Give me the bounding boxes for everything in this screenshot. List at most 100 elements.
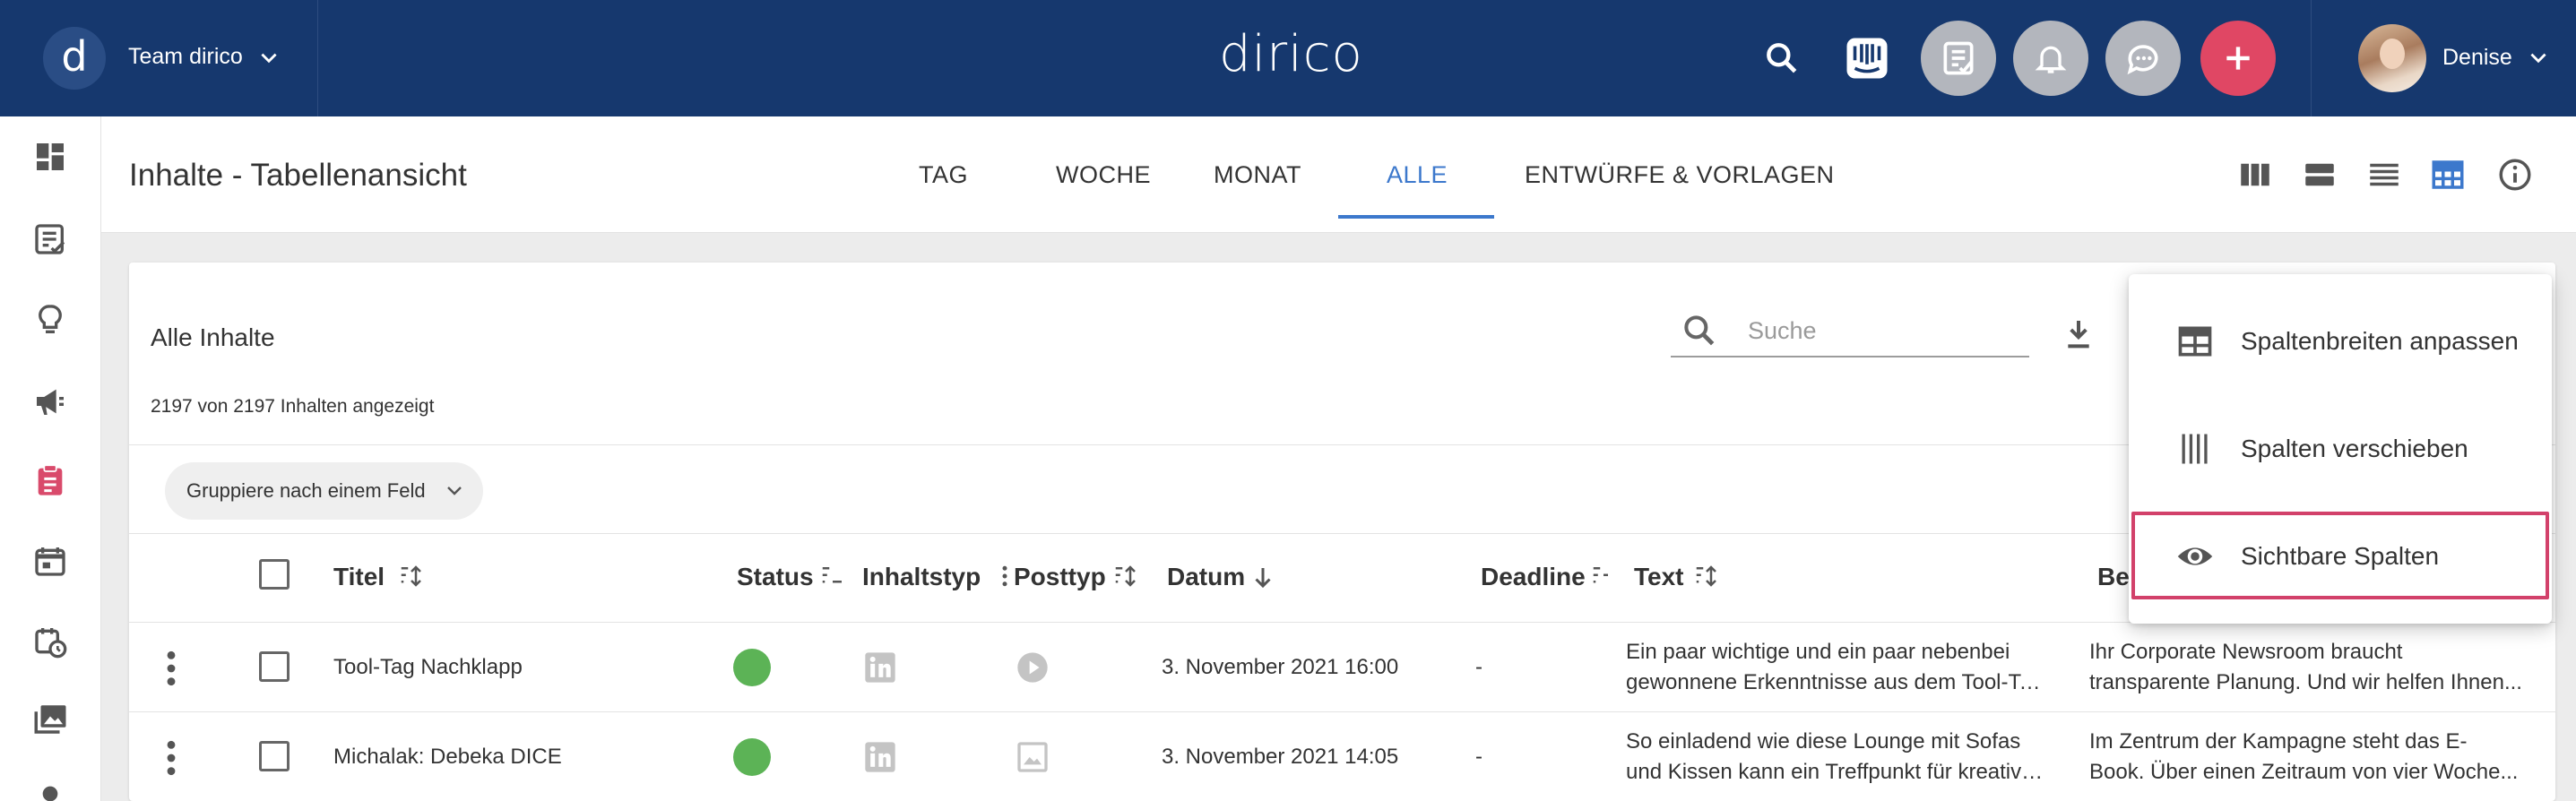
avatar xyxy=(2358,24,2426,92)
sort-descending-icon[interactable] xyxy=(1249,564,1276,590)
row-description-line: Book. Über einen Zeitraum von vier Woche… xyxy=(2089,760,2519,784)
row-description-line: Im Zentrum der Kampagne steht das E- xyxy=(2089,729,2468,754)
user-menu[interactable]: Denise xyxy=(2311,0,2576,116)
notifications-button[interactable] xyxy=(2013,21,2088,96)
row-text: So einladend wie diese Lounge mit Sofas … xyxy=(1626,727,2047,788)
sidebar-item-campaigns[interactable] xyxy=(30,381,71,422)
column-header-text[interactable]: Text xyxy=(1634,563,1684,591)
campaign-icon xyxy=(37,389,64,415)
cards-view-icon xyxy=(2305,163,2334,186)
chat-icon xyxy=(2127,45,2158,75)
column-header-status[interactable]: Status xyxy=(737,563,814,591)
intercom-button[interactable] xyxy=(1829,21,1905,96)
row-checkbox[interactable] xyxy=(259,741,290,771)
sidebar-item-calendar[interactable] xyxy=(30,540,71,581)
download-icon[interactable] xyxy=(2061,316,2096,352)
tab-all[interactable]: ALLE xyxy=(1387,161,1448,189)
page-header: Inhalte - Tabellenansicht TAG WOCHE MONA… xyxy=(101,116,2576,233)
sort-icon[interactable] xyxy=(398,563,425,590)
tasks-button[interactable] xyxy=(1921,21,1996,96)
sort-icon[interactable] xyxy=(1590,563,1617,590)
row-date: 3. November 2021 16:00 xyxy=(1162,655,1399,679)
content-list-icon xyxy=(35,224,65,254)
table-columns-icon xyxy=(2178,326,2212,357)
search-button[interactable] xyxy=(1744,21,1820,96)
columns-view-button[interactable] xyxy=(2236,156,2274,194)
column-header-description[interactable]: Be xyxy=(2097,563,2130,591)
sidebar xyxy=(0,116,101,801)
row-text-line: Ein paar wichtige und ein paar nebenbei xyxy=(1626,640,2010,664)
menu-item-visible-columns[interactable]: Sichtbare Spalten xyxy=(2129,506,2552,605)
row-text-line: gewonnene Erkenntnisse aus dem Tool-Ta..… xyxy=(1626,670,2047,694)
list-view-icon xyxy=(2370,163,2399,186)
column-header-post-type[interactable]: Posttyp xyxy=(1014,563,1106,591)
calendar-icon xyxy=(35,547,65,576)
top-bar: d Team dirico dirico Denise xyxy=(0,0,2576,116)
media-icon xyxy=(34,705,66,734)
sidebar-item-ideas[interactable] xyxy=(30,299,71,340)
tab-day[interactable]: TAG xyxy=(919,161,968,189)
row-deadline: - xyxy=(1475,655,1482,679)
result-count: 2197 von 2197 Inhalten angezeigt xyxy=(151,396,435,417)
dashboard-icon xyxy=(37,143,64,170)
team-name: Team dirico xyxy=(128,44,243,69)
group-by-field-button[interactable]: Gruppiere nach einem Feld xyxy=(165,462,483,520)
tab-month[interactable]: MONAT xyxy=(1214,161,1301,189)
sidebar-item-media[interactable] xyxy=(30,699,71,740)
menu-item-move-columns[interactable]: Spalten verschieben xyxy=(2129,399,2552,497)
chat-button[interactable] xyxy=(2105,21,2181,96)
create-button[interactable] xyxy=(2200,21,2276,96)
row-checkbox[interactable] xyxy=(259,651,290,682)
page-title: Inhalte - Tabellenansicht xyxy=(129,158,467,193)
cards-view-button[interactable] xyxy=(2301,156,2338,194)
row-text: Ein paar wichtige und ein paar nebenbei … xyxy=(1626,637,2047,698)
row-text-line: So einladend wie diese Lounge mit Sofas xyxy=(1626,729,2021,754)
sidebar-item-contents[interactable] xyxy=(30,219,71,260)
column-header-title[interactable]: Titel xyxy=(333,563,385,591)
more-vert-icon[interactable] xyxy=(158,649,185,688)
menu-item-adjust-column-widths[interactable]: Spaltenbreiten anpassen xyxy=(2129,291,2552,390)
column-header-date[interactable]: Datum xyxy=(1167,563,1245,591)
card-title: Alle Inhalte xyxy=(151,323,275,351)
sort-icon[interactable] xyxy=(1112,563,1139,590)
bell-icon xyxy=(2035,46,2067,73)
info-icon xyxy=(2499,159,2531,191)
sidebar-item-tasks[interactable] xyxy=(30,460,71,501)
row-deadline: - xyxy=(1475,745,1482,769)
column-header-content-type[interactable]: Inhaltstyp xyxy=(862,563,981,591)
table-view-icon xyxy=(2432,160,2464,189)
table-options-menu: Spaltenbreiten anpassen Spalten verschie… xyxy=(2129,274,2552,624)
search-input[interactable] xyxy=(1748,313,2017,349)
info-button[interactable] xyxy=(2496,156,2534,194)
row-description-line: transparente Planung. Und wir helfen Ihn… xyxy=(2089,670,2522,694)
search-icon xyxy=(1684,315,1715,346)
tab-drafts-templates[interactable]: ENTWÜRFE & VORLAGEN xyxy=(1525,161,1835,189)
team-switcher[interactable]: d Team dirico xyxy=(0,0,318,116)
image-post-icon xyxy=(1017,742,1048,772)
row-title[interactable]: Tool-Tag Nachklapp xyxy=(333,655,523,680)
more-vert-icon[interactable] xyxy=(158,738,185,778)
column-header-deadline[interactable]: Deadline xyxy=(1481,563,1586,591)
tasks-icon xyxy=(1943,41,1974,75)
sidebar-item-pin[interactable] xyxy=(30,778,71,801)
sidebar-item-schedule[interactable] xyxy=(30,621,71,662)
linkedin-icon xyxy=(865,742,895,772)
active-tab-indicator xyxy=(1338,215,1494,219)
intercom-icon xyxy=(1846,38,1888,79)
row-title[interactable]: Michalak: Debeka DICE xyxy=(333,745,562,770)
menu-item-label: Sichtbare Spalten xyxy=(2241,542,2440,570)
user-name: Denise xyxy=(2442,45,2512,70)
row-description-line: Ihr Corporate Newsroom braucht xyxy=(2089,640,2403,664)
divider xyxy=(129,711,2555,712)
tab-week[interactable]: WOCHE xyxy=(1056,161,1151,189)
sort-icon[interactable] xyxy=(1693,563,1720,590)
sort-icon[interactable] xyxy=(819,563,846,590)
select-all-checkbox[interactable] xyxy=(259,559,290,590)
table-view-button[interactable] xyxy=(2429,156,2467,194)
chevron-down-icon xyxy=(261,53,277,64)
list-view-button[interactable] xyxy=(2365,156,2403,194)
menu-item-label: Spalten verschieben xyxy=(2241,435,2468,462)
menu-item-label: Spaltenbreiten anpassen xyxy=(2241,327,2519,355)
group-by-label: Gruppiere nach einem Feld xyxy=(186,479,426,502)
sidebar-item-dashboard[interactable] xyxy=(30,136,71,177)
